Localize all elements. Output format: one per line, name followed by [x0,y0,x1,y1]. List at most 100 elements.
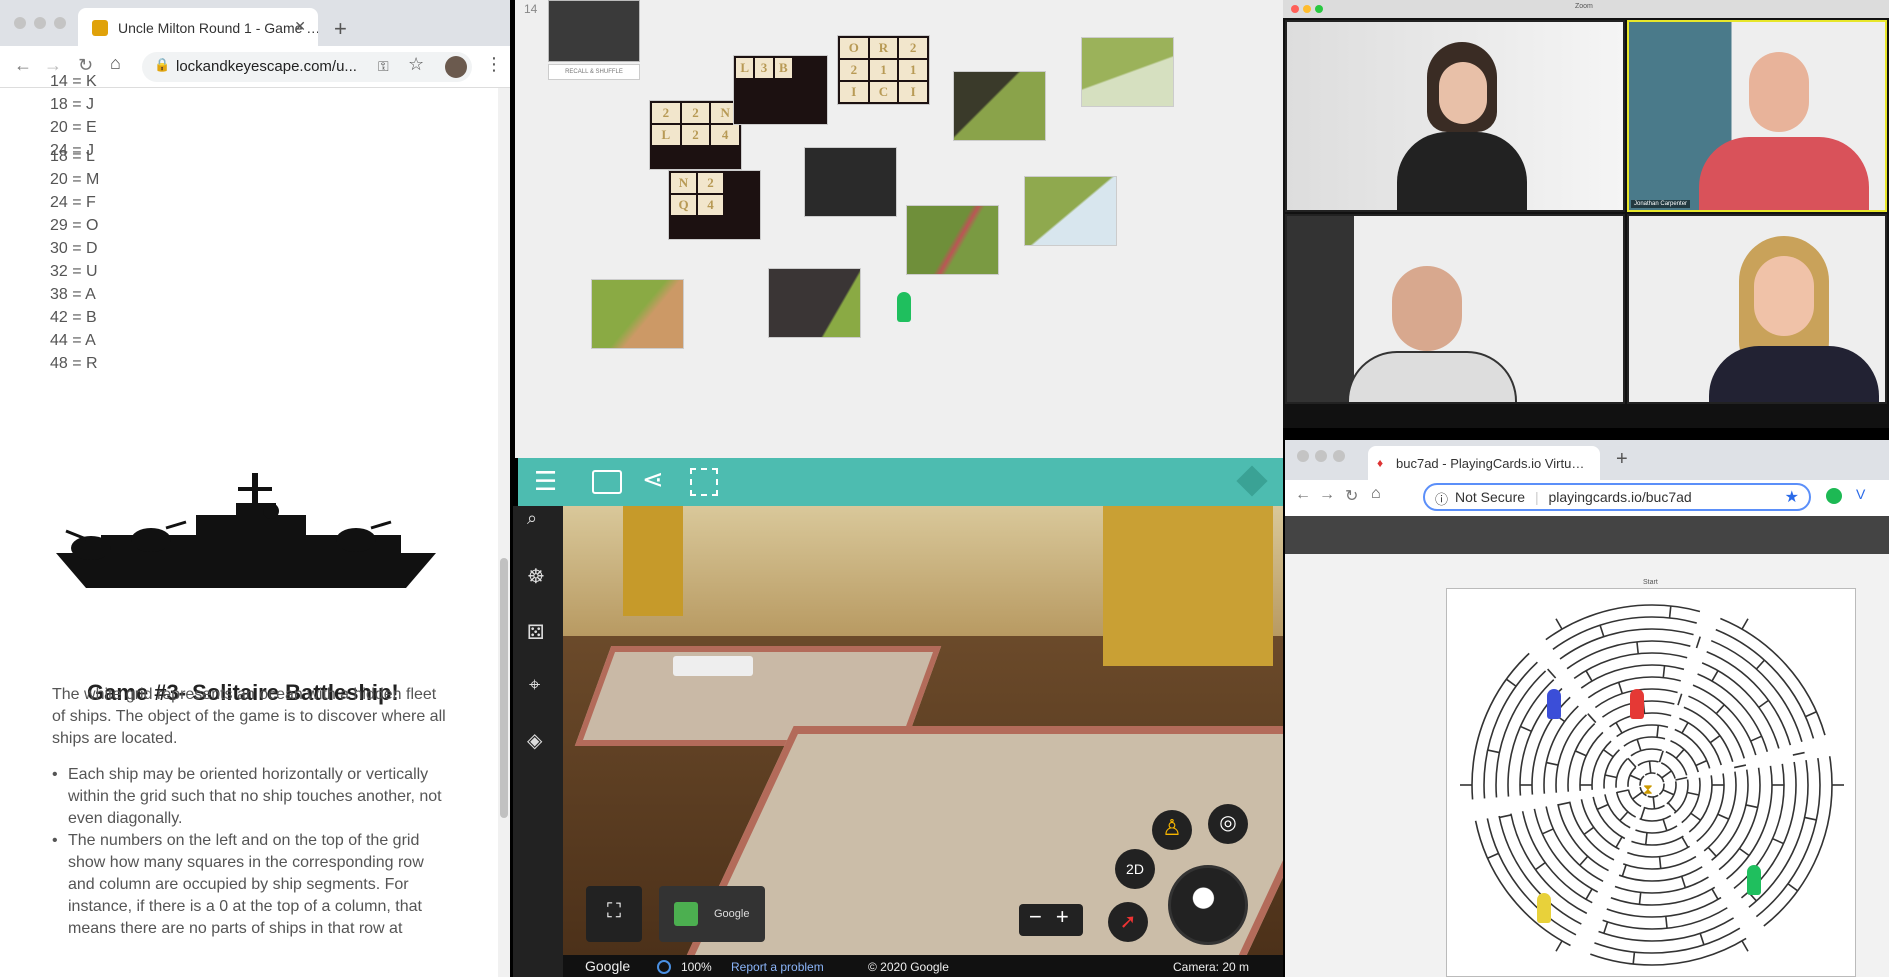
star-icon[interactable]: ☆ [408,54,424,75]
new-tab-button[interactable]: + [334,16,347,42]
close-window-button[interactable] [14,17,26,29]
blue-pawn[interactable] [1547,689,1561,719]
puzzle-tile[interactable]: OR2211ICI [837,35,930,105]
avatar[interactable] [445,56,467,78]
tile-letter: 2 [840,60,868,80]
tile-letter: 3 [755,58,773,78]
maze-wall [1617,682,1624,694]
maze-wall [1656,725,1660,738]
2d-button[interactable]: 2D [1115,849,1155,889]
green-pawn[interactable] [1747,865,1761,895]
maze-wall [1715,704,1725,715]
extension-icon-2[interactable]: V [1856,486,1865,502]
maze-board[interactable]: Start ⧗ [1446,579,1856,977]
layers-icon[interactable]: ◈ [527,728,542,753]
yellow-pawn[interactable] [1537,893,1551,923]
back-icon[interactable]: ← [14,55,32,76]
red-pawn[interactable] [1630,689,1644,719]
favicon-icon [92,20,108,36]
puzzle-board[interactable]: 14 RECALL & SHUFFLE 22NL24 L3B OR2211ICI… [515,0,1283,458]
reload-icon[interactable]: ↻ [1345,486,1358,506]
puzzle-tile[interactable]: L3B [733,55,828,125]
card-stack[interactable] [548,0,640,62]
cipher-entry: 44 = A [50,332,96,349]
maze-wall [1604,774,1617,779]
maps-card[interactable]: Google [659,886,765,942]
scrollbar[interactable] [498,88,510,977]
video-tile-active[interactable]: Jonathan Carpenter [1627,20,1887,212]
compass-icon[interactable]: ➚ [1108,902,1148,942]
key-icon[interactable]: ⚿ [378,58,389,75]
pegman-icon[interactable]: ♙ [1152,810,1192,850]
puzzle-tile[interactable] [1081,37,1174,107]
diamond-icon: ♦ [1377,456,1384,470]
rotate-arrow-icon[interactable] [673,656,753,676]
menu-icon[interactable]: ☰ [534,466,557,497]
new-tab-button[interactable]: + [1616,448,1628,471]
zoom-window-button[interactable] [1333,450,1345,462]
wheel-icon[interactable]: ☸ [527,564,545,589]
url-field[interactable]: ⓘ Not Secure | playingcards.io/buc7ad ★ [1423,483,1811,511]
puzzle-tile[interactable]: N2Q4 [668,170,761,240]
minimize-window-button[interactable] [34,17,46,29]
share-icon[interactable]: ⋖ [642,464,664,495]
extension-icon[interactable] [1826,488,1842,504]
zoom-level: 100% [681,960,712,974]
tab-playingcards[interactable]: ♦ buc7ad - PlayingCards.io Virtu… [1368,446,1600,480]
puzzle-tile[interactable] [768,268,861,338]
scrollbar-thumb[interactable] [500,558,508,818]
shoulders [1699,137,1869,210]
curtain [623,506,683,616]
zoom-window: Zoom Jonathan Carpenter [1283,0,1889,428]
cipher-entry: 32 = U [50,263,98,280]
maze-wall [1555,618,1563,630]
forward-icon[interactable]: → [1319,486,1335,504]
zoom-window-button[interactable] [1315,5,1323,13]
puzzle-tile[interactable] [953,71,1046,141]
puzzle-tile[interactable] [591,279,684,349]
briefcase-icon[interactable] [592,470,622,494]
fullscreen-icon[interactable] [690,468,718,496]
maze-wall [1644,832,1648,845]
pin-icon[interactable]: ⌖ [529,674,540,697]
zoom-window-button[interactable] [54,17,66,29]
recall-shuffle-button[interactable]: RECALL & SHUFFLE [548,64,640,80]
globe-icon[interactable] [1168,865,1248,945]
report-problem-link[interactable]: Report a problem [731,960,824,974]
puzzle-tile[interactable] [804,147,897,217]
maze-wall [1546,761,1559,766]
puzzle-tile[interactable] [1024,176,1117,246]
maze-wall [1804,816,1817,821]
tab-uncle-milton[interactable]: Uncle Milton Round 1 - Game … ✕ [78,8,318,46]
maze-wall [1787,883,1799,892]
star-icon[interactable]: ★ [1785,487,1799,507]
list-item: • Each ship may be oriented horizontally … [52,766,442,827]
puzzle-tile[interactable]: 22NL24 [649,100,742,170]
maze-wall [1772,837,1784,845]
tab-title: buc7ad - PlayingCards.io Virtu… [1396,456,1585,471]
dice-icon[interactable]: ⚄ [527,620,544,645]
home-icon[interactable]: ⌂ [110,53,121,74]
locate-icon[interactable]: ◎ [1208,804,1248,844]
green-pawn[interactable] [897,292,911,322]
video-tile[interactable] [1627,214,1887,404]
minimize-window-button[interactable] [1315,450,1327,462]
close-window-button[interactable] [1291,5,1299,13]
close-tab-icon[interactable]: ✕ [294,18,306,35]
close-window-button[interactable] [1297,450,1309,462]
maze-wall [1711,888,1719,900]
focus-icon[interactable]: ⛶ [586,886,642,942]
video-tile[interactable] [1285,214,1625,404]
minimize-window-button[interactable] [1303,5,1311,13]
search-icon[interactable]: ⌕ [527,508,537,529]
maze-wall [1805,711,1817,718]
home-icon[interactable]: ⌂ [1371,485,1381,503]
menu-icon[interactable]: ⋮ [485,54,503,75]
maze-wall [1599,624,1605,637]
back-icon[interactable]: ← [1295,486,1311,504]
video-tile[interactable] [1285,20,1625,212]
tile-letter: 1 [899,60,927,80]
maze-wall [1733,764,1747,769]
puzzle-tile[interactable] [906,205,999,275]
zoom-controls[interactable]: −+ [1019,904,1083,936]
